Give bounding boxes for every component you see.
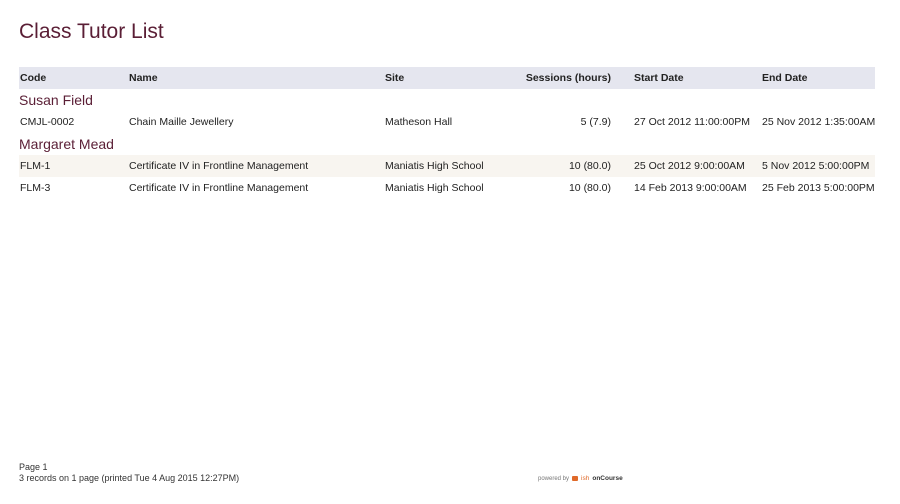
cell-name: Certificate IV in Frontline Management — [129, 182, 309, 194]
powered-by-logo: powered by ish onCourse — [538, 475, 623, 482]
cell-code: FLM-1 — [20, 160, 51, 172]
cell-end-date: 25 Feb 2013 5:00:00PM — [762, 182, 875, 194]
cell-site: Maniatis High School — [385, 182, 484, 194]
group-heading-tutor: Susan Field — [19, 92, 93, 108]
cell-name: Chain Maille Jewellery — [129, 116, 234, 128]
column-header-sessions: Sessions (hours) — [525, 72, 611, 84]
column-header-code: Code — [20, 72, 47, 84]
cell-code: FLM-3 — [20, 182, 51, 194]
cell-start-date: 27 Oct 2012 11:00:00PM — [634, 116, 750, 128]
cell-sessions: 10 (80.0) — [568, 182, 611, 194]
page-title: Class Tutor List — [19, 20, 164, 43]
cell-site: Maniatis High School — [385, 160, 484, 172]
cell-end-date: 5 Nov 2012 5:00:00PM — [762, 160, 870, 172]
cell-start-date: 14 Feb 2013 9:00:00AM — [634, 182, 747, 194]
report-footer: Page 1 3 records on 1 page (printed Tue … — [19, 462, 239, 484]
table-row: FLM-1 Certificate IV in Frontline Manage… — [19, 155, 875, 177]
page-number: Page 1 — [19, 462, 48, 472]
column-header-name: Name — [129, 72, 158, 84]
column-header-end-date: End Date — [762, 72, 808, 84]
table-row: FLM-3 Certificate IV in Frontline Manage… — [19, 177, 875, 199]
cell-start-date: 25 Oct 2012 9:00:00AM — [634, 160, 745, 172]
report-table: Code Name Site Sessions (hours) Start Da… — [19, 67, 875, 199]
cell-site: Matheson Hall — [385, 116, 453, 128]
powered-by-label: powered by — [538, 475, 570, 482]
cell-end-date: 25 Nov 2012 1:35:00AM — [762, 116, 876, 128]
cell-code: CMJL-0002 — [20, 116, 75, 128]
column-header-start-date: Start Date — [634, 72, 684, 84]
table-header: Code Name Site Sessions (hours) Start Da… — [19, 67, 875, 89]
column-header-site: Site — [385, 72, 405, 84]
cell-name: Certificate IV in Frontline Management — [129, 160, 309, 172]
brand-name: onCourse — [592, 475, 623, 482]
table-row: CMJL-0002 Chain Maille Jewellery Matheso… — [19, 111, 875, 133]
brand-prefix: ish — [581, 475, 590, 482]
group-heading-tutor: Margaret Mead — [19, 136, 114, 152]
brand-mark-icon — [572, 476, 579, 481]
cell-sessions: 10 (80.0) — [568, 160, 611, 172]
cell-sessions: 5 (7.9) — [580, 116, 611, 128]
records-summary: 3 records on 1 page (printed Tue 4 Aug 2… — [19, 473, 240, 483]
